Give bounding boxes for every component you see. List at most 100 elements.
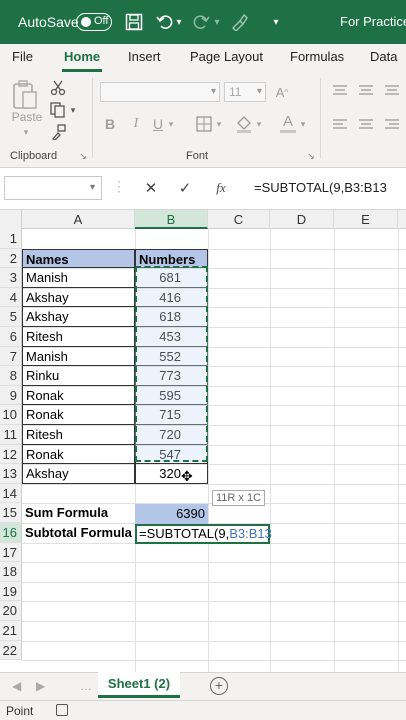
row-header[interactable]: 7: [0, 346, 22, 367]
save-icon[interactable]: [124, 12, 144, 32]
name-cell[interactable]: Manish: [22, 346, 135, 367]
paste-icon[interactable]: [10, 78, 40, 112]
row-header[interactable]: 10: [0, 405, 22, 425]
number-cell[interactable]: 595: [135, 385, 208, 406]
sheet-prev-icon[interactable]: ◀: [12, 679, 21, 693]
row-header[interactable]: 20: [0, 601, 22, 621]
row-header[interactable]: 16: [0, 523, 22, 543]
sheet-tab-active[interactable]: Sheet1 (2): [98, 672, 180, 698]
tab-data[interactable]: Data: [370, 49, 397, 64]
name-cell[interactable]: Ronak: [22, 444, 135, 465]
clipboard-launcher-icon[interactable]: ↘: [78, 150, 88, 162]
header-cell-names[interactable]: Names: [22, 248, 135, 269]
subtotal-label-cell[interactable]: Subtotal Formula: [22, 523, 135, 543]
name-cell[interactable]: Akshay: [22, 287, 135, 308]
row-header[interactable]: 19: [0, 581, 22, 602]
row-header[interactable]: 2: [0, 248, 22, 269]
undo-icon[interactable]: [156, 12, 174, 32]
row-header[interactable]: 3: [0, 268, 22, 288]
cancel-button[interactable]: ✕: [138, 176, 164, 200]
name-cell[interactable]: Manish: [22, 268, 135, 288]
redo-dropdown-icon[interactable]: ▾: [212, 12, 222, 32]
number-cell[interactable]: 320: [135, 464, 208, 484]
name-cell[interactable]: Ritesh: [22, 327, 135, 347]
formula-input[interactable]: =SUBTOTAL(9,B3:B13: [254, 180, 387, 195]
increase-font-icon[interactable]: A ^: [272, 82, 292, 102]
sum-value-cell[interactable]: 6390: [135, 504, 208, 524]
copy-icon[interactable]: [48, 100, 68, 120]
select-all-corner[interactable]: [0, 210, 22, 229]
header-cell-numbers[interactable]: Numbers: [135, 248, 208, 269]
enter-button[interactable]: ✓: [172, 176, 198, 200]
tab-home[interactable]: Home: [64, 49, 100, 64]
column-header-b[interactable]: B: [135, 210, 208, 229]
insert-function-button[interactable]: fx: [208, 176, 234, 200]
align-middle-icon[interactable]: [356, 82, 376, 100]
row-header[interactable]: 13: [0, 464, 22, 484]
paste-dropdown-icon[interactable]: ▾: [16, 126, 36, 138]
name-cell[interactable]: Akshay: [22, 307, 135, 327]
font-color-dropdown-icon[interactable]: ▾: [298, 116, 308, 132]
sheet-next-icon[interactable]: ▶: [36, 679, 45, 693]
column-header-c[interactable]: C: [208, 210, 270, 229]
undo-dropdown-icon[interactable]: ▾: [174, 12, 184, 32]
column-header-a[interactable]: A: [22, 210, 135, 229]
font-launcher-icon[interactable]: ↘: [306, 150, 316, 162]
accessibility-icon[interactable]: [56, 704, 68, 716]
font-name-combo[interactable]: ▾: [100, 82, 220, 102]
align-center-icon[interactable]: [356, 116, 376, 134]
format-painter-icon[interactable]: [230, 12, 248, 32]
number-cell[interactable]: 681: [135, 268, 208, 288]
fill-color-dropdown-icon[interactable]: ▾: [254, 116, 264, 132]
fill-color-icon[interactable]: [234, 114, 254, 134]
row-header[interactable]: 15: [0, 503, 22, 523]
row-header[interactable]: 6: [0, 327, 22, 347]
row-header[interactable]: 21: [0, 621, 22, 641]
name-cell[interactable]: Ronak: [22, 385, 135, 406]
number-cell[interactable]: 453: [135, 327, 208, 347]
row-header[interactable]: 14: [0, 483, 22, 504]
underline-dropdown-icon[interactable]: ▾: [166, 116, 176, 132]
bold-button[interactable]: B: [102, 114, 118, 134]
underline-button[interactable]: U: [150, 114, 166, 134]
align-left-icon[interactable]: [330, 116, 350, 134]
number-cell[interactable]: 416: [135, 287, 208, 308]
row-header[interactable]: 17: [0, 542, 22, 563]
row-header[interactable]: 5: [0, 307, 22, 327]
number-cell[interactable]: 773: [135, 366, 208, 386]
active-cell-editor[interactable]: =SUBTOTAL(9,B3:B13: [135, 524, 272, 544]
row-header[interactable]: 22: [0, 640, 22, 661]
column-header-d[interactable]: D: [270, 210, 334, 229]
align-right-icon[interactable]: [382, 116, 402, 134]
row-header[interactable]: 18: [0, 562, 22, 582]
tab-insert[interactable]: Insert: [128, 49, 161, 64]
number-cell[interactable]: 552: [135, 346, 208, 367]
format-painter-ribbon-icon[interactable]: [48, 122, 68, 142]
tab-formulas[interactable]: Formulas: [290, 49, 344, 64]
number-cell[interactable]: 618: [135, 307, 208, 327]
add-sheet-button[interactable]: +: [210, 677, 228, 695]
worksheet-grid[interactable]: A B C D E 1 2 3 4 5 6 7 8 9 10 11 12 13 14 15 16 17 18 19 2…: [0, 210, 406, 672]
font-size-dropdown-icon[interactable]: ▾: [257, 86, 262, 97]
paste-label[interactable]: Paste: [10, 110, 44, 124]
align-bottom-icon[interactable]: [382, 82, 402, 100]
name-box-dropdown-icon[interactable]: ▾: [90, 182, 95, 193]
row-header[interactable]: 1: [0, 229, 22, 249]
font-color-icon[interactable]: A: [278, 112, 298, 134]
name-cell[interactable]: Akshay: [22, 464, 135, 484]
number-cell[interactable]: 547: [135, 444, 208, 465]
column-header-e[interactable]: E: [334, 210, 398, 229]
customize-qat-icon[interactable]: ▾: [270, 12, 282, 32]
row-header[interactable]: 9: [0, 385, 22, 406]
row-header[interactable]: 8: [0, 366, 22, 386]
number-cell[interactable]: 715: [135, 405, 208, 425]
sheet-more-icon[interactable]: …: [80, 679, 92, 693]
tab-page-layout[interactable]: Page Layout: [190, 49, 263, 64]
italic-button[interactable]: I: [128, 114, 144, 134]
font-name-dropdown-icon[interactable]: ▾: [211, 86, 216, 97]
name-box[interactable]: ▾: [4, 176, 102, 200]
row-header[interactable]: 12: [0, 444, 22, 465]
name-cell[interactable]: Ronak: [22, 405, 135, 425]
name-cell[interactable]: Rinku: [22, 366, 135, 386]
number-cell[interactable]: 720: [135, 425, 208, 445]
